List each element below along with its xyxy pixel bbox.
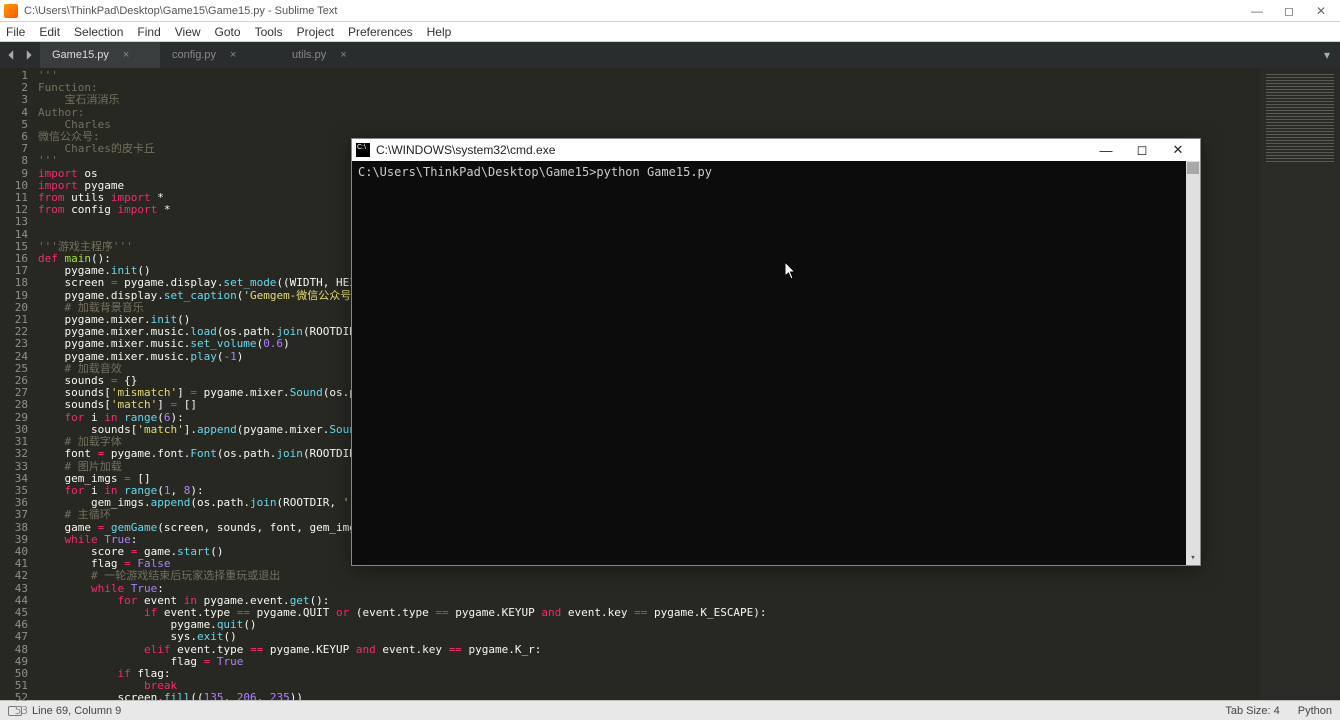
tab-utils-py[interactable]: utils.py × [280,42,400,68]
menu-view[interactable]: View [175,25,201,39]
tab-close-icon[interactable]: × [123,49,129,61]
menu-preferences[interactable]: Preferences [348,25,413,39]
menu-edit[interactable]: Edit [39,25,60,39]
menu-project[interactable]: Project [297,25,334,39]
tab-label: Game15.py [52,49,109,61]
tab-nav-arrows[interactable] [0,42,40,68]
line-gutter: 1234567891011121314151617181920212223242… [0,68,34,700]
scroll-down-icon[interactable]: ▾ [1186,553,1200,565]
status-language[interactable]: Python [1298,705,1332,717]
menu-goto[interactable]: Goto [215,25,241,39]
app-icon [4,4,18,18]
cmd-close-button[interactable]: ✕ [1160,142,1196,158]
cmd-icon [356,143,370,157]
tab-game15-py[interactable]: Game15.py × [40,42,160,68]
menu-file[interactable]: File [6,25,25,39]
cmd-scrollbar[interactable]: ▴ ▾ [1186,161,1200,565]
cmd-minimize-button[interactable]: — [1088,143,1124,158]
status-tab-size[interactable]: Tab Size: 4 [1225,705,1279,717]
tab-bar: Game15.py × config.py × utils.py × ▾ [0,42,1340,68]
close-button[interactable]: ✕ [1312,4,1330,18]
cmd-body[interactable]: C:\Users\ThinkPad\Desktop\Game15>python … [352,161,1200,565]
menu-selection[interactable]: Selection [74,25,123,39]
tab-close-icon[interactable]: × [340,49,346,61]
window-title: C:\Users\ThinkPad\Desktop\Game15\Game15.… [24,5,1248,17]
tab-close-icon[interactable]: × [230,49,236,61]
cmd-title-text: C:\WINDOWS\system32\cmd.exe [376,143,1088,157]
tab-label: utils.py [292,49,326,61]
minimize-button[interactable]: — [1248,4,1266,18]
scroll-thumb[interactable] [1187,162,1199,174]
status-cursor-pos[interactable]: Line 69, Column 9 [32,705,121,717]
menu-find[interactable]: Find [137,25,160,39]
menu-tools[interactable]: Tools [255,25,283,39]
cmd-maximize-button[interactable]: ◻ [1124,142,1160,158]
cmd-output-line: C:\Users\ThinkPad\Desktop\Game15>python … [358,165,1194,179]
maximize-button[interactable]: ◻ [1280,4,1298,18]
cmd-window[interactable]: C:\WINDOWS\system32\cmd.exe — ◻ ✕ C:\Use… [351,138,1201,566]
menu-bar: File Edit Selection Find View Goto Tools Projec… [0,22,1340,42]
tab-overflow-icon[interactable]: ▾ [1314,42,1340,68]
minimap[interactable] [1260,68,1340,700]
menu-help[interactable]: Help [427,25,452,39]
window-controls: — ◻ ✕ [1248,4,1336,18]
tab-config-py[interactable]: config.py × [160,42,280,68]
window-title-bar: C:\Users\ThinkPad\Desktop\Game15\Game15.… [0,0,1340,22]
tab-label: config.py [172,49,216,61]
cmd-title-bar[interactable]: C:\WINDOWS\system32\cmd.exe — ◻ ✕ [352,139,1200,161]
status-bar: Line 69, Column 9 Tab Size: 4 Python [0,700,1340,720]
